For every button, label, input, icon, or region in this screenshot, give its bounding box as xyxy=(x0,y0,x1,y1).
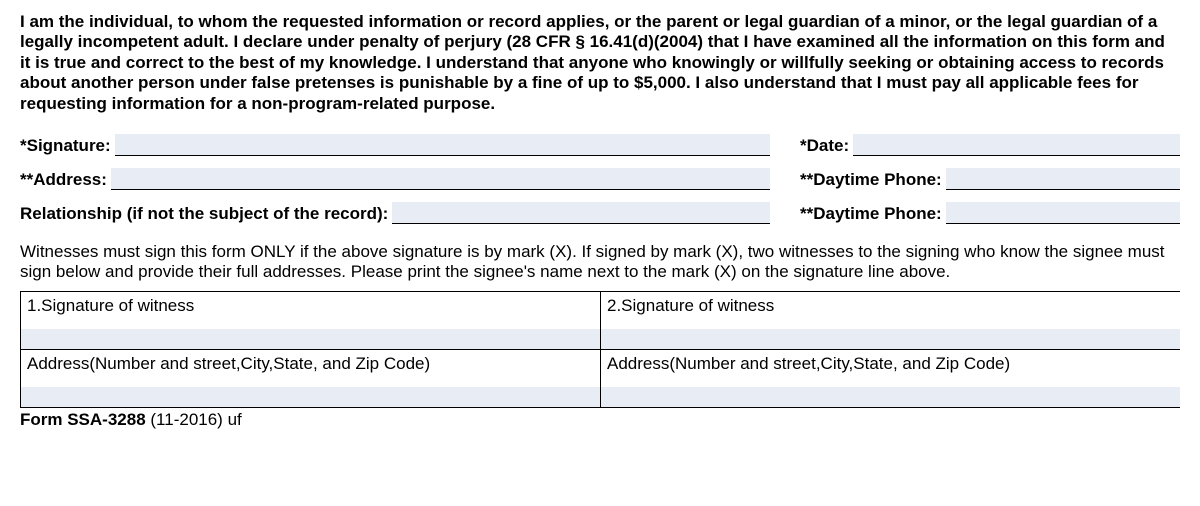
row-address-phone: **Address: **Daytime Phone: xyxy=(20,168,1180,190)
witness2-signature-cell: 2.Signature of witness xyxy=(601,292,1180,350)
form-footer: Form SSA-3288 (11-2016) uf xyxy=(20,410,1180,430)
witness1-addr-label: Address(Number and street,City,State, an… xyxy=(27,354,594,374)
input-address[interactable] xyxy=(111,168,770,190)
row-signature-date: *Signature: *Date: xyxy=(20,134,1180,156)
witness-instruction: Witnesses must sign this form ONLY if th… xyxy=(20,242,1180,283)
witness1-address-cell: Address(Number and street,City,State, an… xyxy=(21,350,600,408)
witness-column-1: 1.Signature of witness Address(Number an… xyxy=(21,292,601,408)
input-daytime-phone-2[interactable] xyxy=(946,202,1180,224)
witness2-address-input[interactable] xyxy=(601,387,1180,407)
label-date: *Date: xyxy=(800,136,853,156)
label-daytime-phone-2: **Daytime Phone: xyxy=(800,204,946,224)
witness2-sig-label: 2.Signature of witness xyxy=(607,296,1174,316)
declaration-text: I am the individual, to whom the request… xyxy=(20,12,1180,114)
input-signature[interactable] xyxy=(115,134,770,156)
witness2-addr-label: Address(Number and street,City,State, an… xyxy=(607,354,1174,374)
witness2-address-cell: Address(Number and street,City,State, an… xyxy=(601,350,1180,408)
label-signature: *Signature: xyxy=(20,136,115,156)
row-relationship-phone: Relationship (if not the subject of the … xyxy=(20,202,1180,224)
witness-column-2: 2.Signature of witness Address(Number an… xyxy=(601,292,1180,408)
witness2-signature-input[interactable] xyxy=(601,329,1180,349)
form-number: Form SSA-3288 xyxy=(20,410,146,429)
label-address: **Address: xyxy=(20,170,111,190)
witness1-address-input[interactable] xyxy=(21,387,600,407)
witness1-signature-cell: 1.Signature of witness xyxy=(21,292,600,350)
label-daytime-phone-1: **Daytime Phone: xyxy=(800,170,946,190)
input-relationship[interactable] xyxy=(392,202,770,224)
input-date[interactable] xyxy=(853,134,1180,156)
input-daytime-phone-1[interactable] xyxy=(946,168,1180,190)
witness1-sig-label: 1.Signature of witness xyxy=(27,296,594,316)
form-revision: (11-2016) uf xyxy=(146,410,242,429)
witness-table: 1.Signature of witness Address(Number an… xyxy=(20,291,1180,408)
label-relationship: Relationship (if not the subject of the … xyxy=(20,204,392,224)
witness1-signature-input[interactable] xyxy=(21,329,600,349)
